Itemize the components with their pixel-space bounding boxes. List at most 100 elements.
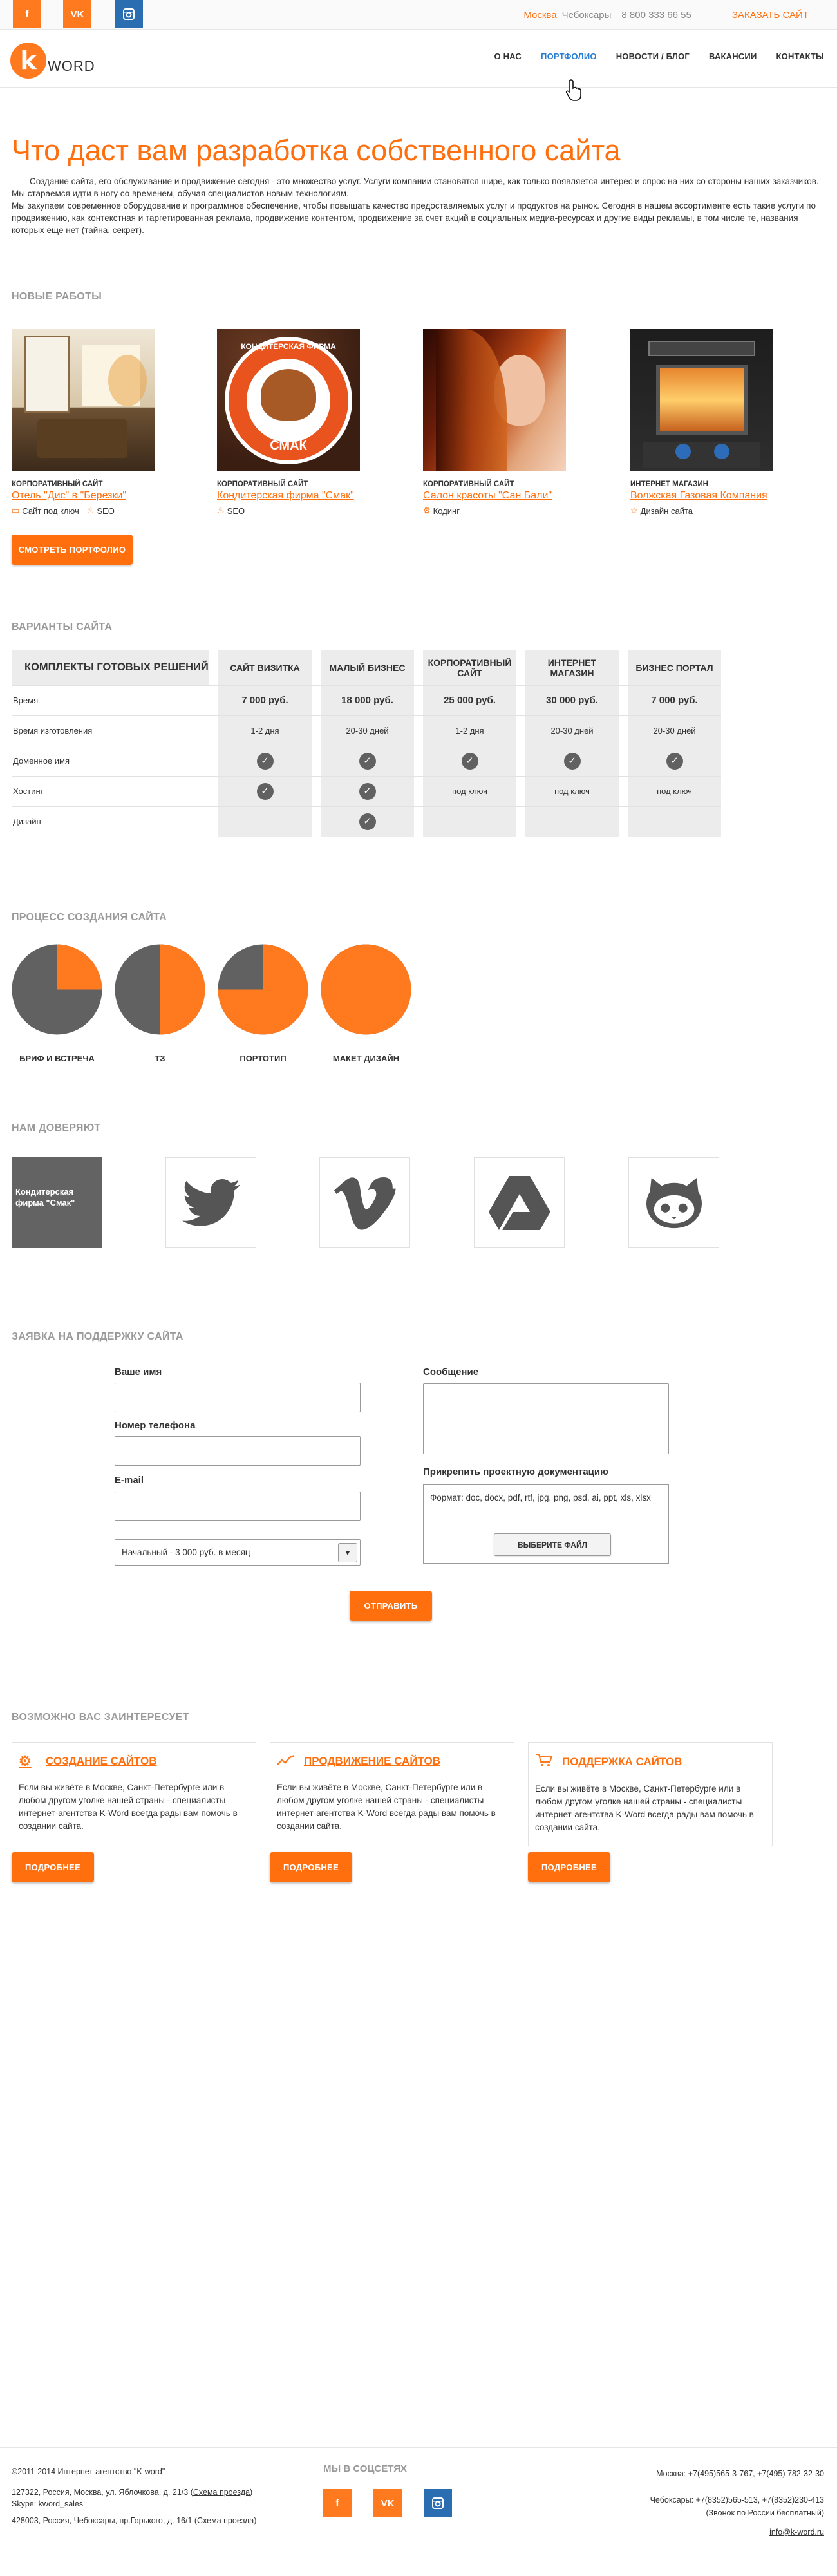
pricing-cell-value: 25 000 руб.: [423, 685, 516, 716]
trust-vimeo[interactable]: [319, 1157, 410, 1248]
check-icon: ✓: [359, 782, 376, 800]
submit-button[interactable]: ОТПРАВИТЬ: [350, 1591, 432, 1621]
vk-button[interactable]: VK: [63, 0, 91, 28]
order-site-link[interactable]: ЗАКАЗАТЬ САЙТ: [732, 10, 809, 21]
process-pie: [115, 944, 205, 1035]
mouse-cursor-icon: [565, 79, 581, 101]
work-tag: SEO: [227, 506, 245, 516]
process-step: ТЗ: [115, 944, 205, 1063]
message-textarea[interactable]: [423, 1383, 669, 1454]
intro-paragraph-2: Мы закупаем современное оборудование и п…: [12, 201, 816, 235]
nav-vacancies[interactable]: ВАКАНСИИ: [709, 52, 757, 61]
pricing-cell-value: 7 000 руб.: [218, 685, 312, 716]
work-image-hotel[interactable]: [12, 329, 155, 471]
pricing-cell: [628, 806, 721, 837]
work-name-link[interactable]: Волжская Газовая Компания: [630, 490, 767, 501]
facebook-button[interactable]: f: [13, 0, 41, 28]
trust-smak[interactable]: Кондитерская фирма "Смак": [12, 1157, 102, 1248]
process-step-label: МАКЕТ ДИЗАЙН: [332, 1054, 400, 1063]
nav-contacts[interactable]: КОНТАКТЫ: [776, 52, 824, 61]
trust-google-drive[interactable]: [474, 1157, 565, 1248]
facebook-icon: f: [335, 2497, 339, 2509]
process-step-label: БРИФ И ВСТРЕЧА: [19, 1054, 95, 1063]
check-icon: ✓: [256, 752, 274, 770]
service-text: Если вы живёте в Москве, Санкт-Петербург…: [277, 1783, 496, 1831]
name-input[interactable]: [115, 1383, 361, 1412]
phone-input[interactable]: [115, 1436, 361, 1466]
smak-badge-bottom: СМАК: [270, 439, 307, 453]
view-portfolio-button[interactable]: СМОТРЕТЬ ПОРТФОЛИО: [12, 535, 133, 565]
pricing-row: Доменное имя ✓ ✓ ✓ ✓ ✓: [12, 746, 721, 777]
page-title: Что даст вам разработка собственного сай…: [12, 134, 621, 167]
top-phone: 8 800 333 66 55: [621, 9, 691, 21]
process-pie-fill: [57, 944, 102, 990]
city-cheboksary[interactable]: Чебоксары: [562, 10, 612, 21]
work-image-smak[interactable]: КОНДИТЕРСКАЯ ФИРМА СМАК: [217, 329, 360, 471]
pricing-row-label: Время: [12, 685, 209, 716]
check-icon: ✓: [563, 752, 581, 770]
process-pie: [12, 944, 102, 1035]
cart-icon: [535, 1753, 554, 1771]
nav-about[interactable]: О НАС: [494, 52, 522, 61]
details-button[interactable]: ПОДРОБНЕЕ: [528, 1852, 610, 1882]
service-title-link[interactable]: ПРОДВИЖЕНИЕ САЙТОВ: [304, 1755, 440, 1768]
details-button[interactable]: ПОДРОБНЕЕ: [270, 1852, 352, 1882]
work-tags: ⚙ Кодинг: [423, 506, 568, 516]
pricing-row: Хостинг ✓ ✓ под ключ под ключ под ключ: [12, 776, 721, 807]
footer-instagram-button[interactable]: [424, 2489, 452, 2517]
works-heading: НОВЫЕ РАБОТЫ: [12, 291, 102, 302]
process-step: ПОРТОТИП: [218, 944, 308, 1063]
work-tag: Кодинг: [433, 506, 460, 516]
choose-file-button[interactable]: ВЫБЕРИТЕ ФАЙЛ: [494, 1533, 611, 1556]
process-heading: ПРОЦЕСС СОЗДАНИЯ САЙТА: [12, 912, 167, 923]
city-moscow-link[interactable]: Москва: [523, 10, 556, 21]
email-input[interactable]: [115, 1492, 361, 1521]
top-contacts: Москва Чебоксары 8 800 333 66 55 ЗАКАЗАТ…: [509, 0, 837, 30]
service-title-link[interactable]: ПОДДЕРЖКА САЙТОВ: [562, 1756, 682, 1768]
pricing-cell: ✓: [628, 746, 721, 777]
pricing-heading: ВАРИАНТЫ САЙТА: [12, 621, 113, 632]
work-name-link[interactable]: Салон красоты "Сан Бали": [423, 490, 552, 501]
footer-phone-moscow: Москва: +7(495)565-3-767, +7(495) 782-32…: [656, 2469, 824, 2478]
file-formats: Формат: doc, docx, pdf, rtf, jpg, png, p…: [430, 1493, 651, 1502]
scheme-link[interactable]: Схема проезда: [193, 2488, 250, 2497]
details-button[interactable]: ПОДРОБНЕЕ: [12, 1852, 94, 1882]
service-card: ⚙ СОЗДАНИЕ САЙТОВ Если вы живёте в Москве…: [12, 1742, 256, 1846]
service-title-link[interactable]: СОЗДАНИЕ САЙТОВ: [46, 1755, 156, 1768]
check-icon: ✓: [461, 752, 478, 770]
instagram-button[interactable]: [115, 0, 143, 28]
pricing-cell: ✓: [218, 746, 312, 777]
process-step: БРИФ И ВСТРЕЧА: [12, 944, 102, 1063]
scheme-link[interactable]: Схема проезда: [197, 2516, 254, 2525]
check-icon: ✓: [359, 813, 376, 830]
pricing-cell-value: 18 000 руб.: [321, 685, 414, 716]
monitor-icon: ▭: [12, 506, 20, 515]
pricing-cell-value: под ключ: [423, 776, 516, 807]
flame-icon: ♨: [86, 506, 95, 515]
city-switch: Москва Чебоксары 8 800 333 66 55: [509, 0, 705, 30]
trust-github[interactable]: [628, 1157, 719, 1248]
work-image-gas[interactable]: [630, 329, 773, 471]
plan-select[interactable]: Начальный - 3 000 руб. в месяц ▼: [115, 1539, 361, 1566]
trust-twitter[interactable]: [165, 1157, 256, 1248]
pricing-cell: ✓: [321, 806, 414, 837]
footer-address-2: 428003, Россия, Чебоксары, пр.Горького, …: [12, 2516, 257, 2525]
pricing-cell-value: 20-30 дней: [321, 715, 414, 746]
footer-vk-button[interactable]: VK: [373, 2489, 402, 2517]
work-name-link[interactable]: Отель "Дис" в "Березки": [12, 490, 126, 501]
pricing-table: КОМПЛЕКТЫ ГОТОВЫХ РЕШЕНИЙ САЙТ ВИЗИТКА М…: [12, 650, 721, 837]
pricing-cell: ✓: [321, 776, 414, 807]
footer-email-link[interactable]: info@k-word.ru: [769, 2528, 824, 2537]
instagram-icon: [432, 2497, 444, 2509]
work-name-link[interactable]: Кондитерская фирма "Смак": [217, 490, 354, 501]
logo[interactable]: k WORD: [10, 43, 95, 79]
service-text: Если вы живёте в Москве, Санкт-Петербург…: [19, 1783, 238, 1831]
nav-portfolio[interactable]: ПОРТФОЛИО: [541, 52, 597, 61]
pricing-cell: ✓: [218, 776, 312, 807]
chevron-down-icon[interactable]: ▼: [338, 1543, 357, 1562]
process-step-label: ТЗ: [155, 1054, 165, 1063]
work-image-salon[interactable]: [423, 329, 566, 471]
footer-facebook-button[interactable]: f: [323, 2489, 352, 2517]
nav-news[interactable]: НОВОСТИ / БЛОГ: [616, 52, 690, 61]
pricing-header-row: КОМПЛЕКТЫ ГОТОВЫХ РЕШЕНИЙ САЙТ ВИЗИТКА М…: [12, 650, 721, 686]
